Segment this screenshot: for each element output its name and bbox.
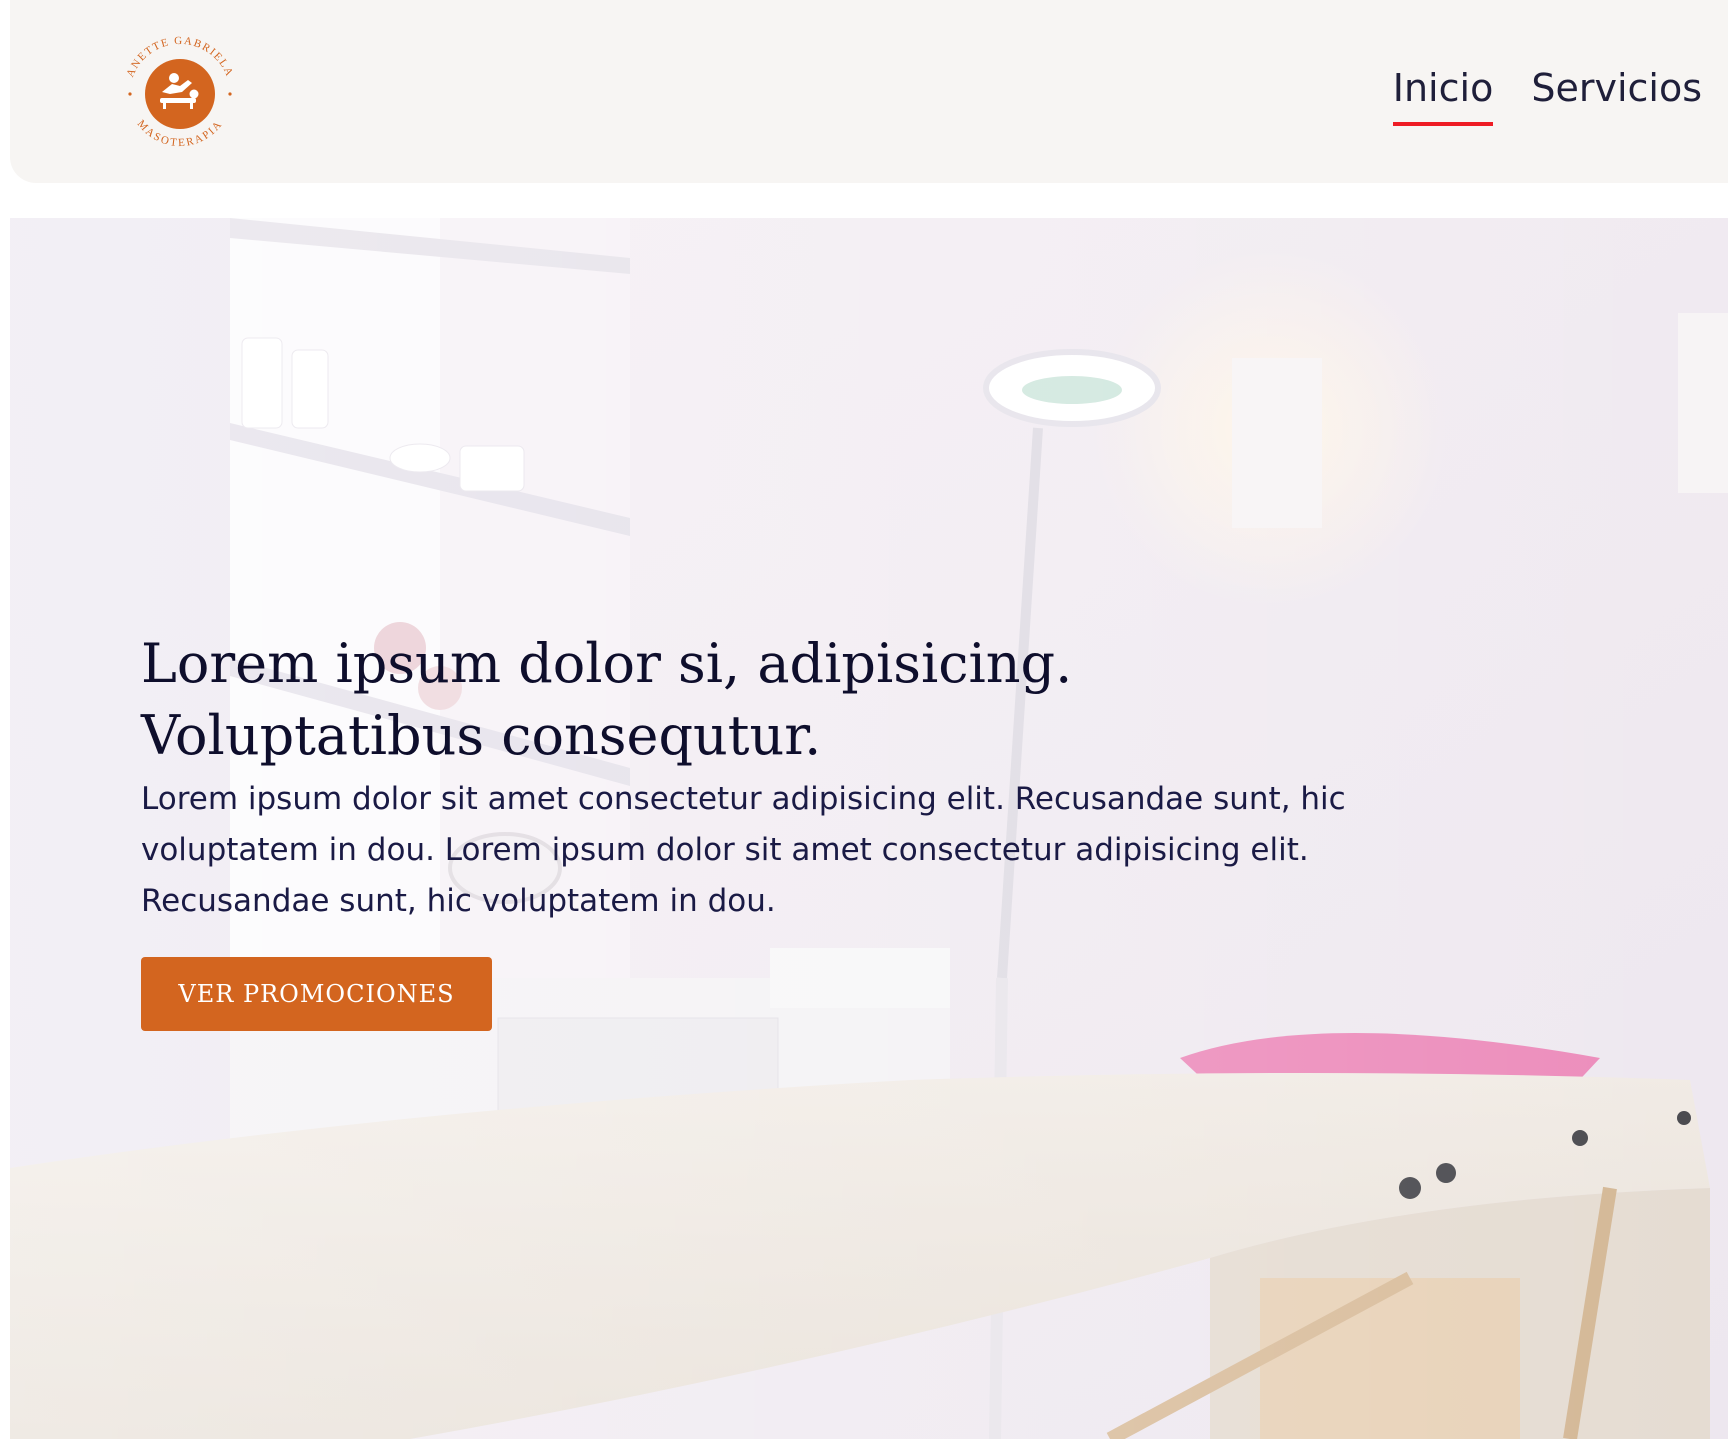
hero-title-line-1: Lorem ipsum dolor si, adipisicing. — [141, 632, 1073, 695]
hero-section: Lorem ipsum dolor si, adipisicing. Volup… — [10, 218, 1728, 1439]
logo-emblem: ANETTE GABRIELA MASOTERAPIA — [124, 35, 234, 149]
hero-paragraph: Lorem ipsum dolor sit amet consectetur a… — [141, 781, 1346, 919]
ver-promociones-button[interactable]: VER PROMOCIONES — [141, 957, 492, 1031]
main-nav: Inicio Servicios — [1392, 66, 1702, 126]
hero-title-line-2: Voluptatibus consequtur. — [141, 704, 822, 767]
nav-link-inicio[interactable]: Inicio — [1392, 66, 1493, 126]
site-header: ANETTE GABRIELA MASOTERAPIA Inicio Servi… — [10, 0, 1728, 183]
nav-link-servicios[interactable]: Servicios — [1531, 66, 1702, 126]
brand-logo[interactable]: ANETTE GABRIELA MASOTERAPIA — [110, 22, 250, 162]
hero-title: Lorem ipsum dolor si, adipisicing. Volup… — [141, 628, 1341, 772]
